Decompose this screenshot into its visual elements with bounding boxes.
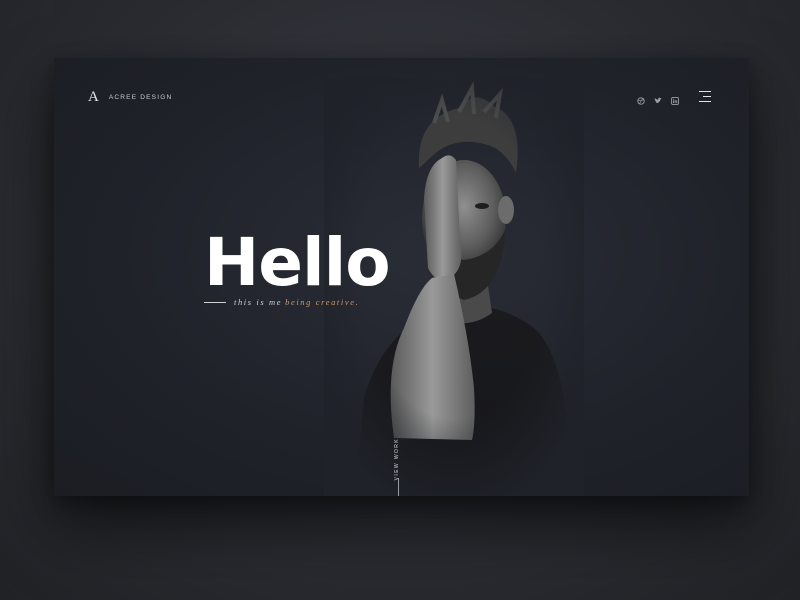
- view-work-link[interactable]: VIEW WORK: [394, 438, 400, 480]
- brand-logo[interactable]: A ACREE DESIGN: [88, 90, 172, 105]
- logo-mark: A: [88, 89, 99, 105]
- hamburger-menu-icon[interactable]: [699, 91, 711, 103]
- hero-title: Hello: [204, 224, 391, 301]
- landing-page-frame: A ACREE DESIGN Hello this is me being cr…: [54, 58, 749, 496]
- hero-tagline: this is me being creative.: [204, 297, 359, 307]
- twitter-icon[interactable]: [654, 92, 662, 104]
- tagline-dash: [204, 301, 226, 303]
- brand-name: ACREE DESIGN: [108, 94, 173, 101]
- view-work-line: [398, 478, 399, 496]
- social-links: [637, 92, 679, 105]
- tagline-accent: being creative.: [285, 297, 360, 307]
- tagline-prefix: this is me: [234, 297, 283, 307]
- linkedin-icon[interactable]: [671, 92, 679, 105]
- dribbble-icon[interactable]: [637, 92, 645, 105]
